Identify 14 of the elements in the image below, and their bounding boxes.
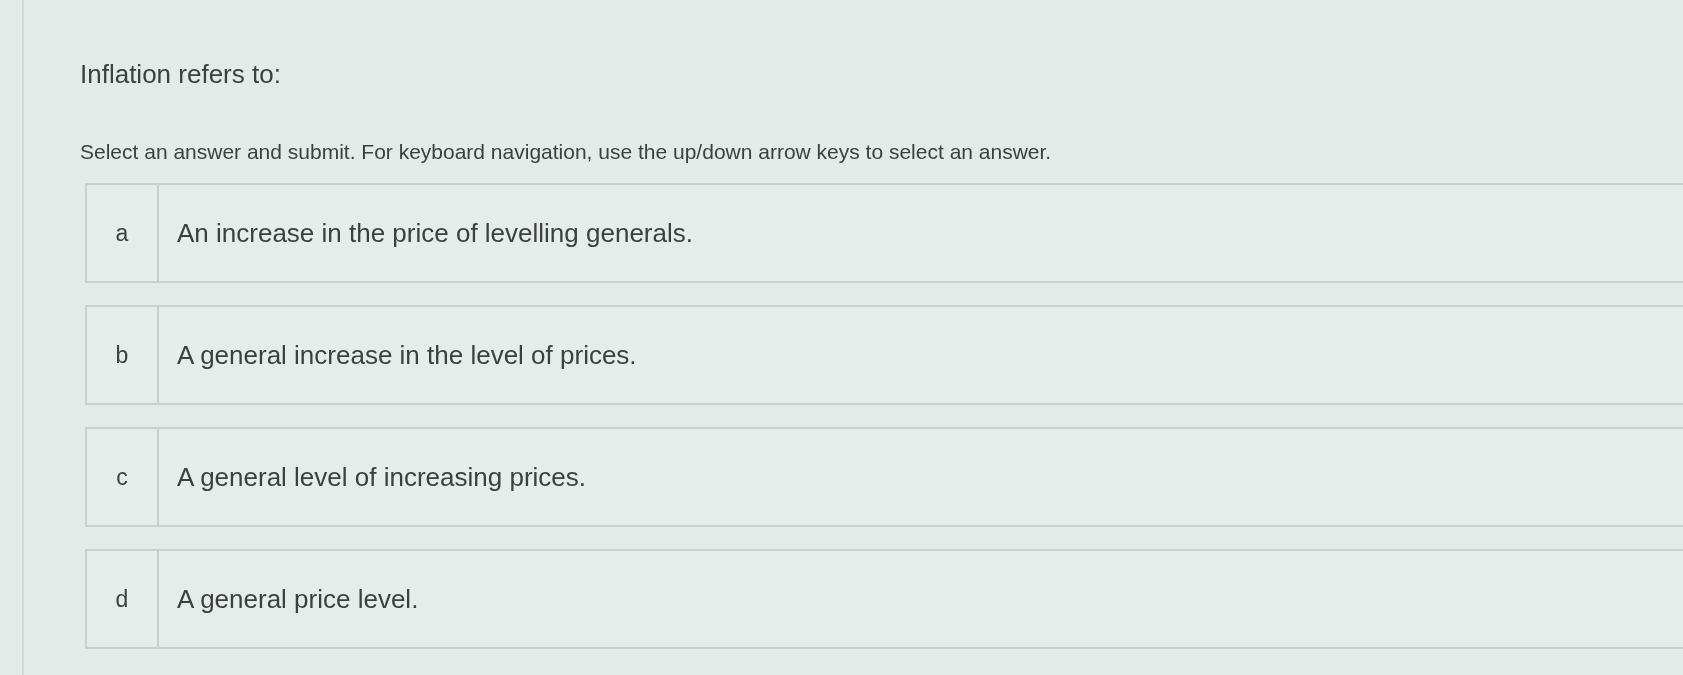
question-title: Inflation refers to: <box>80 58 282 91</box>
option-letter: a <box>115 218 129 248</box>
option-letter: c <box>116 462 128 492</box>
option-text: A general price level. <box>177 582 419 616</box>
answer-option[interactable]: b A general increase in the level of prices. <box>85 305 1683 406</box>
option-text: A general level of increasing prices. <box>177 460 586 494</box>
option-letter: d <box>115 584 129 614</box>
option-text: An increase in the price of levelling generals. <box>177 216 693 250</box>
answer-option[interactable]: d A general price level. <box>85 549 1683 650</box>
answer-option[interactable]: c A general level of increasing prices. <box>85 427 1683 528</box>
option-letter: b <box>115 340 129 370</box>
instruction-text: Select an answer and submit. For keyboard navigation, use the up/down arrow keys to select an answer. <box>80 138 1053 165</box>
option-text: A general increase in the level of prices. <box>177 338 637 372</box>
answer-option[interactable]: a An increase in the price of levelling generals. <box>85 183 1683 284</box>
